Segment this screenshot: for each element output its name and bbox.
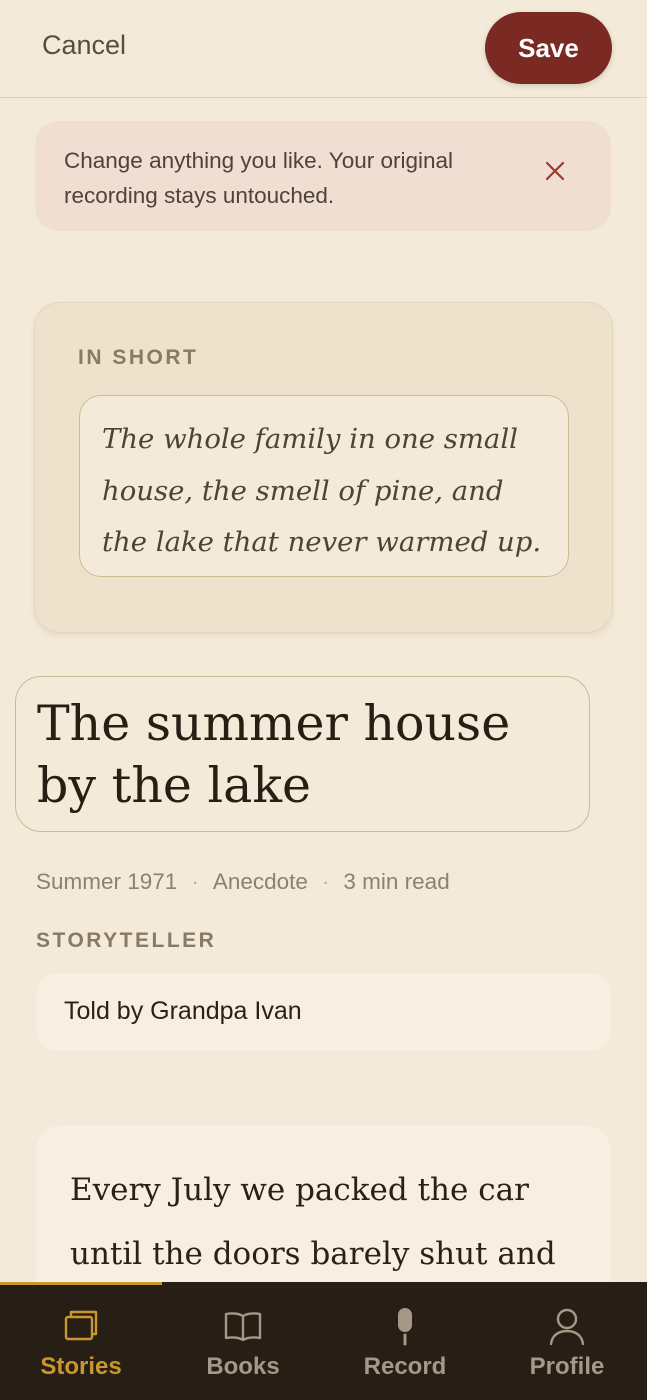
meta-separator: · [321,869,330,894]
microphone-icon [398,1308,412,1346]
nav-item-stories[interactable]: Stories [0,1282,162,1400]
stories-icon [64,1310,98,1341]
summary-field[interactable]: The whole family in one small house, the… [79,395,569,577]
storyteller-field[interactable]: Told by Grandpa Ivan [36,973,611,1051]
nav-label-books: Books [206,1353,280,1380]
nav-item-record[interactable]: Record [324,1282,486,1400]
storyteller-label: STORYTELLER [36,929,217,952]
summary-label: IN SHORT [78,346,199,369]
nav-label-profile: Profile [529,1353,605,1380]
nav-item-profile[interactable]: Profile [486,1282,647,1400]
story-meta: Summer 1971 · Anecdote · 3 min read [36,869,450,895]
meta-read-time: 3 min read [343,869,450,894]
book-icon [224,1312,262,1342]
close-icon[interactable] [540,156,570,186]
summary-card: IN SHORT The whole family in one small h… [34,302,613,633]
nav-label-record: Record [363,1353,447,1380]
story-body-text: Every July we packed the car until the d… [70,1172,556,1272]
profile-icon [549,1308,585,1346]
meta-separator: · [191,869,199,894]
bottom-nav: Stories Books Record Profile [0,1282,647,1400]
title-field[interactable]: The summer house by the lake [15,676,590,832]
notice-text: Change anything you like. Your original … [64,148,454,208]
meta-date: Summer 1971 [36,869,178,894]
top-bar: Cancel Save [0,0,647,98]
nav-label-stories: Stories [40,1353,122,1380]
info-notice: Change anything you like. Your original … [35,121,611,231]
summary-text: The whole family in one small house, the… [102,423,542,558]
storyteller-value: Told by Grandpa Ivan [64,997,302,1025]
meta-category: Anecdote [212,869,308,894]
cancel-button[interactable]: Cancel [42,30,126,61]
story-title: The summer house by the lake [37,695,511,814]
nav-item-books[interactable]: Books [162,1282,324,1400]
save-button[interactable]: Save [485,12,612,84]
